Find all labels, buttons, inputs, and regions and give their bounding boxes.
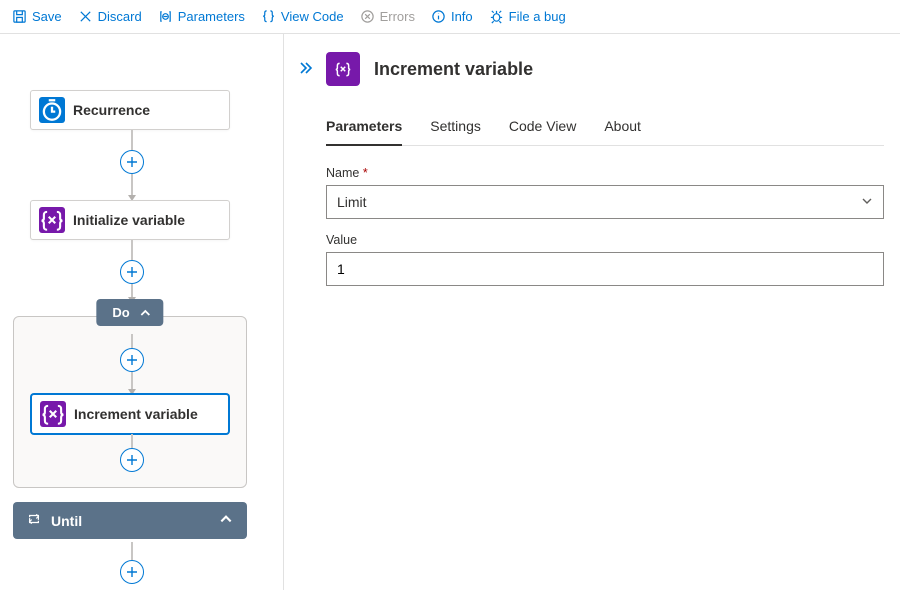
connector bbox=[131, 284, 133, 298]
chevron-up-icon bbox=[219, 512, 233, 529]
command-bar: Save Discard Parameters View Code Errors… bbox=[0, 0, 900, 34]
timer-icon bbox=[39, 97, 65, 123]
bug-icon bbox=[489, 9, 504, 24]
action-increment-variable[interactable]: Increment variable bbox=[31, 394, 229, 434]
action-increment-label: Increment variable bbox=[74, 406, 198, 422]
do-header[interactable]: Do bbox=[96, 299, 163, 326]
loop-icon bbox=[27, 512, 41, 529]
value-field-input[interactable] bbox=[326, 252, 884, 286]
add-step-button[interactable] bbox=[120, 448, 144, 472]
panel-title: Increment variable bbox=[374, 59, 533, 80]
errors-button: Errors bbox=[354, 5, 421, 28]
tab-code-view[interactable]: Code View bbox=[509, 112, 576, 145]
tab-parameters[interactable]: Parameters bbox=[326, 112, 402, 146]
save-icon bbox=[12, 9, 27, 24]
file-bug-label: File a bug bbox=[509, 9, 566, 24]
connector bbox=[131, 434, 133, 448]
panel-tabs: Parameters Settings Code View About bbox=[326, 112, 884, 146]
tab-about[interactable]: About bbox=[604, 112, 641, 145]
designer-canvas[interactable]: Recurrence Initialize variable Do bbox=[0, 34, 283, 590]
braces-icon bbox=[261, 9, 276, 24]
tab-settings[interactable]: Settings bbox=[430, 112, 481, 145]
connector bbox=[131, 334, 133, 348]
view-code-label: View Code bbox=[281, 9, 344, 24]
connector bbox=[131, 372, 133, 390]
value-field-label: Value bbox=[326, 233, 884, 247]
until-bar[interactable]: Until bbox=[13, 502, 247, 539]
until-label: Until bbox=[51, 513, 82, 529]
info-label: Info bbox=[451, 9, 473, 24]
details-panel: Increment variable Parameters Settings C… bbox=[283, 34, 900, 590]
save-button[interactable]: Save bbox=[6, 5, 68, 28]
variable-icon bbox=[39, 207, 65, 233]
do-label: Do bbox=[112, 305, 129, 320]
discard-label: Discard bbox=[98, 9, 142, 24]
file-bug-button[interactable]: File a bug bbox=[483, 5, 572, 28]
add-step-button[interactable] bbox=[120, 560, 144, 584]
workspace: Recurrence Initialize variable Do bbox=[0, 34, 900, 590]
action-recurrence[interactable]: Recurrence bbox=[30, 90, 230, 130]
action-recurrence-label: Recurrence bbox=[73, 102, 150, 118]
add-step-button[interactable] bbox=[120, 348, 144, 372]
discard-icon bbox=[78, 9, 93, 24]
save-label: Save bbox=[32, 9, 62, 24]
add-step-button[interactable] bbox=[120, 260, 144, 284]
parameters-icon bbox=[158, 9, 173, 24]
connector bbox=[131, 240, 133, 260]
errors-icon bbox=[360, 9, 375, 24]
action-initialize-label: Initialize variable bbox=[73, 212, 185, 228]
info-button[interactable]: Info bbox=[425, 5, 479, 28]
variable-icon bbox=[40, 401, 66, 427]
errors-label: Errors bbox=[380, 9, 415, 24]
action-initialize-variable[interactable]: Initialize variable bbox=[30, 200, 230, 240]
collapse-panel-button[interactable] bbox=[291, 54, 319, 82]
parameters-label: Parameters bbox=[178, 9, 245, 24]
name-field-value: Limit bbox=[337, 194, 367, 210]
chevron-down-icon bbox=[861, 194, 873, 210]
add-step-button[interactable] bbox=[120, 150, 144, 174]
connector bbox=[131, 130, 133, 150]
view-code-button[interactable]: View Code bbox=[255, 5, 350, 28]
name-field-label: Name * bbox=[326, 166, 884, 180]
parameters-button[interactable]: Parameters bbox=[152, 5, 251, 28]
name-field-select[interactable]: Limit bbox=[326, 185, 884, 219]
connector bbox=[131, 542, 133, 560]
discard-button[interactable]: Discard bbox=[72, 5, 148, 28]
variable-icon bbox=[326, 52, 360, 86]
info-icon bbox=[431, 9, 446, 24]
connector bbox=[131, 174, 133, 196]
